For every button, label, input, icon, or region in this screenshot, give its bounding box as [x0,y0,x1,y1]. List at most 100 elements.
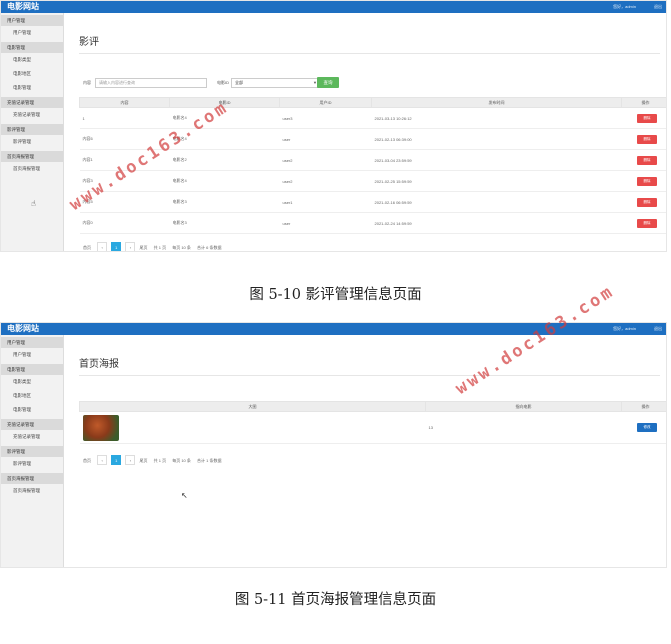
sidebar-group-movies[interactable]: 电影管理 [1,364,63,375]
col-image: 大图 [79,401,426,412]
pagination: 首页 ‹ 1 › 尾页 共 1 页 每页 10 条 合计 1 条数据 [83,455,226,465]
sidebar-group-recharge[interactable]: 充值记录管理 [1,419,63,430]
sidebar-group-reviews[interactable]: 影评管理 [1,446,63,457]
pager-total-pages: 共 1 页 [153,245,167,250]
query-button[interactable]: 查询 [317,77,339,88]
movie-id-select-value: 全部 [235,80,243,85]
review-table: 内容 电影ID 用户ID 发布时间 操作 1 电影名4 user3 2021-0… [79,97,666,234]
pager-first[interactable]: 首页 [83,243,91,251]
cell-time: 2021-02-24 14:59:59 [371,212,622,234]
cell-movie: 电影名3 [169,212,280,234]
sidebar-item-movies[interactable]: 电影管理 [1,81,63,95]
pagination: 首页 ‹ 1 › 尾页 共 1 页 每页 10 条 合计 6 条数据 [83,242,226,251]
sidebar-group-posters[interactable]: 首页海报管理 [1,473,63,484]
col-action: 操作 [621,401,666,412]
content-label: 内容 [83,80,91,85]
cell-time: 2021-02-13 06:39:00 [371,128,622,150]
sidebar-item-movie-types[interactable]: 电影类型 [1,375,63,389]
review-screenshot: 电影网站 您好，admin 退出 用户管理 用户管理 电影管理 电影类型 电影地… [0,0,667,252]
top-bar: 电影网站 您好，admin 退出 [1,1,666,13]
pager-page-1[interactable]: 1 [111,455,122,465]
delete-button[interactable]: 删除 [637,134,657,144]
title-divider [79,375,660,376]
pager-page-1[interactable]: 1 [111,242,122,251]
poster-table: 大图 指向电影 操作 13 修改 [79,401,666,444]
sidebar-group-users[interactable]: 用户管理 [1,337,63,348]
site-logo[interactable]: 电影网站 [7,1,39,13]
sidebar-item-movie-types[interactable]: 电影类型 [1,53,63,67]
cell-time: 2021-02-25 15:59:59 [371,170,622,192]
cell-time: 2021-03-04 23:59:59 [371,149,622,171]
sidebar-group-recharge[interactable]: 充值记录管理 [1,97,63,108]
delete-button[interactable]: 删除 [637,197,657,207]
pager-total: 合计 6 条数据 [197,245,222,250]
pager-first[interactable]: 首页 [83,456,91,466]
main-content: 首页海报 大图 指向电影 操作 13 修改 首页 ‹ 1 › 尾页 共 1 页 … [65,335,666,567]
cell-user: user2 [279,149,372,171]
cell-user: user [279,128,372,150]
sidebar-item-recharge[interactable]: 充值记录管理 [1,430,63,444]
sidebar-item-posters[interactable]: 首页海报管理 [1,484,63,498]
table-header-row: 内容 电影ID 用户ID 发布时间 操作 [79,97,666,108]
logout-link[interactable]: 退出 [654,1,662,13]
table-row: 内容0 电影名3 user 2021-02-24 14:59:59 删除 [79,212,666,234]
cell-user: user1 [279,191,372,213]
table-row: 内容3 电影名4 user2 2021-02-25 15:59:59 删除 [79,170,666,192]
content-search-input[interactable]: 请输入内容进行查询 [95,78,207,88]
cell-time: 2021-03-13 10:26:12 [371,107,622,129]
cell-content: 1 [79,107,170,129]
sidebar-item-users[interactable]: 用户管理 [1,348,63,362]
sidebar-item-movie-regions[interactable]: 电影地区 [1,389,63,403]
edit-button[interactable]: 修改 [637,423,657,432]
hand-cursor-icon: ☝ [31,199,36,208]
sidebar-item-users[interactable]: 用户管理 [1,26,63,40]
table-header-row: 大图 指向电影 操作 [79,401,666,412]
page-title: 首页海报 [79,359,119,370]
figure-caption-2: 图 5-11 首页海报管理信息页面 [234,592,437,608]
pager-next[interactable]: › [125,242,136,251]
sidebar-group-users[interactable]: 用户管理 [1,15,63,26]
sidebar-item-posters[interactable]: 首页海报管理 [1,162,63,176]
delete-button[interactable]: 删除 [637,113,657,123]
col-action: 操作 [621,97,666,108]
pager-prev[interactable]: ‹ [97,455,108,465]
col-time: 发布时间 [371,97,622,108]
sidebar: 用户管理 用户管理 电影管理 电影类型 电影地区 电影管理 充值记录管理 充值记… [1,13,64,251]
pager-next[interactable]: › [125,455,136,465]
pager-last[interactable]: 尾页 [140,243,148,251]
site-logo[interactable]: 电影网站 [7,323,39,335]
sidebar-item-movies[interactable]: 电影管理 [1,403,63,417]
figure-caption-1: 图 5-10 影评管理信息页面 [249,287,422,303]
col-target-movie: 指向电影 [425,401,622,412]
pager-prev[interactable]: ‹ [97,242,108,251]
sidebar-item-reviews[interactable]: 影评管理 [1,457,63,471]
table-row: 13 修改 [79,411,666,444]
poster-screenshot: 电影网站 您好，admin 退出 用户管理 用户管理 电影管理 电影类型 电影地… [0,322,667,568]
user-greeting: 您好，admin [613,326,636,331]
sidebar-group-posters[interactable]: 首页海报管理 [1,151,63,162]
sidebar-item-reviews[interactable]: 影评管理 [1,135,63,149]
delete-button[interactable]: 删除 [637,176,657,186]
user-greeting: 您好，admin [613,4,636,9]
delete-button[interactable]: 删除 [637,218,657,228]
cell-user: user [279,212,372,234]
cell-user: user2 [279,170,372,192]
pager-total-pages: 共 1 页 [153,458,167,463]
pager-per-page: 每页 10 条 [172,458,191,463]
pager-per-page: 每页 10 条 [172,245,191,250]
sidebar-item-recharge[interactable]: 充值记录管理 [1,108,63,122]
sidebar-group-movies[interactable]: 电影管理 [1,42,63,53]
cell-target-movie: 13 [425,411,622,444]
logout-link[interactable]: 退出 [654,323,662,335]
poster-image [82,414,119,441]
cell-user: user3 [279,107,372,129]
page-title: 影评 [79,37,99,48]
sidebar-group-reviews[interactable]: 影评管理 [1,124,63,135]
pager-last[interactable]: 尾页 [140,456,148,466]
cell-movie: 电影名2 [169,149,280,171]
col-user-id: 用户ID [279,97,372,108]
search-bar: 内容 请输入内容进行查询 电影ID 全部 ▼ 查询 [81,77,666,89]
sidebar-item-movie-regions[interactable]: 电影地区 [1,67,63,81]
delete-button[interactable]: 删除 [637,155,657,165]
movie-id-select[interactable]: 全部 ▼ [231,78,321,88]
